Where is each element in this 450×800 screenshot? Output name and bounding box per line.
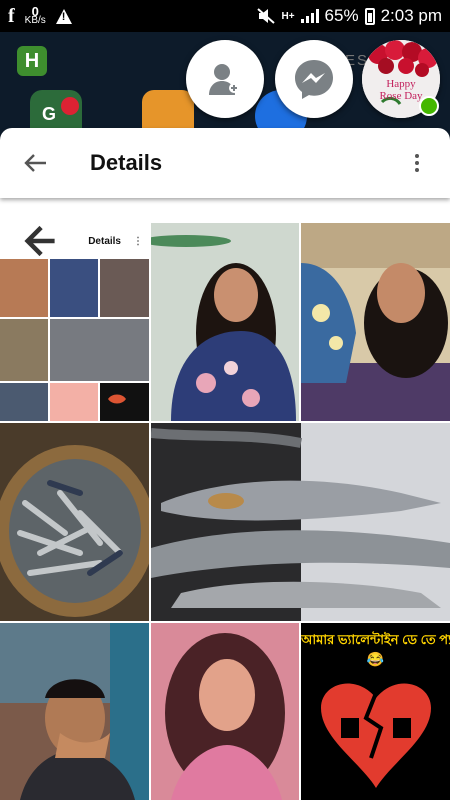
laughing-emoji: 😂 (366, 651, 385, 667)
photo-tile-girl-lying[interactable] (301, 223, 450, 421)
status-bar: f 0 KB/s H+ 65% 2:03 pm (0, 0, 450, 32)
photo-tile-eel-fish[interactable] (151, 423, 450, 621)
mini-back-arrow-icon (24, 225, 55, 257)
photo-tile-man-selfie[interactable] (0, 623, 149, 800)
girl-selfie-photo (151, 623, 299, 800)
contact-chat-head[interactable] (186, 40, 264, 118)
meme-caption: আমার ভ্যালেন্টাইন ডে তে প্যা (301, 632, 450, 647)
svg-text:G: G (42, 104, 56, 124)
warning-icon (55, 8, 72, 24)
mini-details-header: Details ⋮ (0, 223, 149, 259)
signal-icon (300, 9, 319, 23)
girl-lying-photo (301, 223, 450, 421)
screen: f 0 KB/s H+ 65% 2:03 pm H ES (0, 0, 450, 800)
more-options-button[interactable] (402, 145, 432, 181)
person-icon (209, 64, 239, 95)
online-indicator (419, 96, 439, 116)
photo-tile-girl-sitting[interactable] (151, 223, 299, 421)
photo-tile-screenshot[interactable]: Details ⋮ (0, 223, 149, 421)
mute-icon (257, 8, 276, 24)
back-arrow-icon (24, 154, 46, 172)
eel-fish-photo (151, 423, 450, 621)
page-title: Details (90, 150, 163, 175)
facebook-icon: f (8, 4, 15, 27)
man-selfie-photo (0, 623, 149, 800)
fish-basket-photo (0, 423, 149, 621)
battery-icon (364, 7, 375, 25)
photo-tile-fish-basket[interactable] (0, 423, 149, 621)
h-app-icon: H (17, 46, 47, 76)
back-button[interactable] (18, 145, 54, 181)
data-speed-indicator: 0 KB/s (24, 4, 46, 26)
girl-sitting-photo (151, 223, 299, 421)
battery-percent: 65% (324, 6, 359, 25)
photo-tile-girl-selfie[interactable] (151, 623, 299, 800)
details-header: Details (0, 128, 450, 198)
messenger-chat-head[interactable] (275, 40, 353, 118)
messenger-icon (295, 60, 333, 99)
clock: 2:03 pm (380, 6, 442, 25)
network-type: H+ (281, 10, 295, 22)
mini-grid-image (0, 259, 149, 421)
photo-tile-valentine-meme[interactable]: আমার ভ্যালেন্টাইন ডে তে প্যা 😂 (301, 623, 450, 800)
